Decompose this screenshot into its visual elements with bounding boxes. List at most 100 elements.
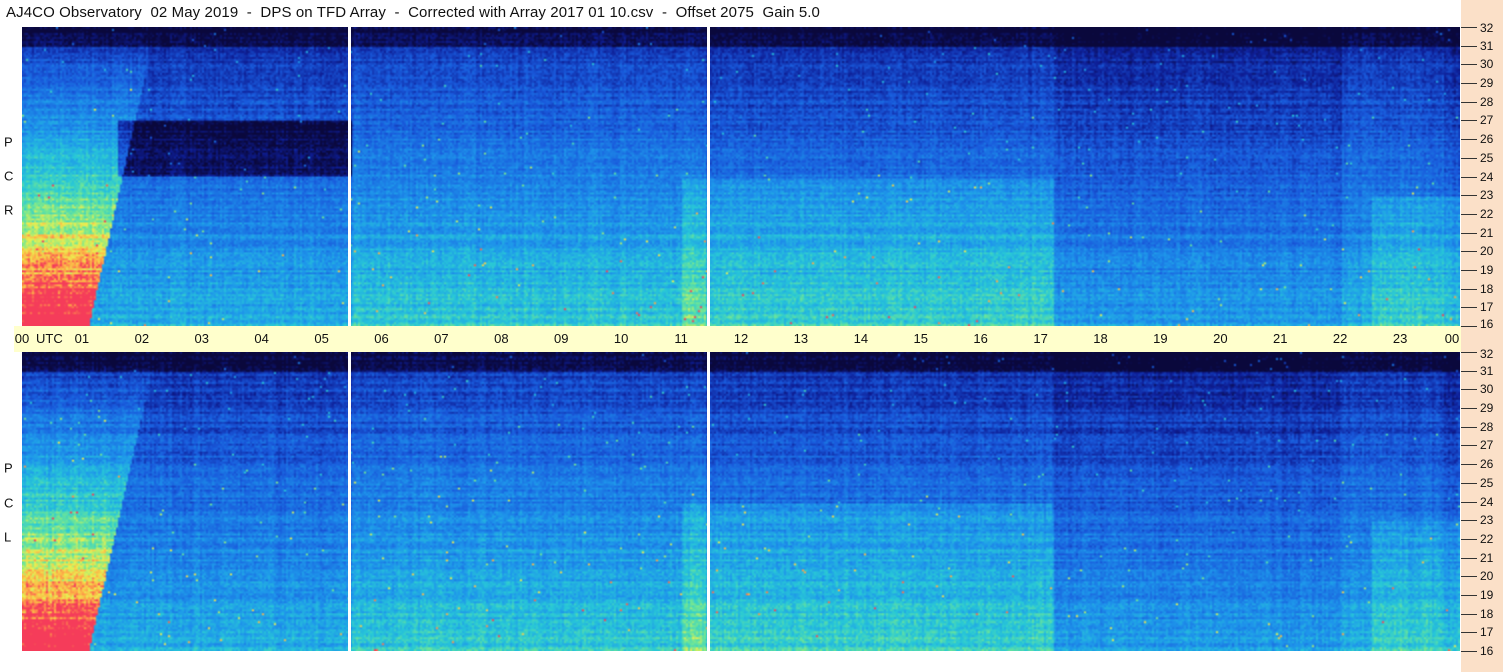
- utc-tick-label: 00: [14, 331, 30, 346]
- freq-tick-label: 17: [1480, 625, 1494, 640]
- freq-tick-label: 32: [1480, 347, 1494, 361]
- freq-tick-label: 24: [1480, 169, 1494, 184]
- freq-tick-mark: [1461, 213, 1477, 215]
- utc-tick-label: 05: [314, 331, 329, 346]
- data-gap-line: [707, 27, 711, 326]
- utc-tick-label: 12: [733, 331, 749, 346]
- freq-tick-mark: [1461, 232, 1477, 234]
- freq-tick-label: 27: [1480, 438, 1494, 453]
- spectrogram-lcp: [22, 352, 1460, 651]
- freq-tick-label: 16: [1480, 317, 1494, 331]
- freq-tick-mark: [1461, 408, 1477, 410]
- utc-tick-label: 23: [1392, 331, 1408, 346]
- freq-tick-label: 29: [1480, 401, 1494, 416]
- data-gap-line: [347, 352, 351, 651]
- freq-tick-mark: [1461, 251, 1477, 253]
- utc-tick-label: 03: [194, 331, 209, 346]
- freq-tick-mark: [1461, 27, 1477, 28]
- utc-tick-label: 04: [254, 331, 269, 346]
- freq-tick-mark: [1461, 426, 1477, 428]
- freq-tick-label: 26: [1480, 132, 1494, 147]
- polarization-letter: P: [4, 134, 13, 150]
- freq-tick-mark: [1461, 576, 1477, 578]
- freq-tick-mark: [1461, 326, 1477, 327]
- freq-tick-label: 17: [1480, 300, 1494, 315]
- freq-tick-label: 24: [1480, 494, 1494, 509]
- freq-tick-label: 23: [1480, 513, 1494, 528]
- utc-tick-label: 06: [374, 331, 389, 346]
- freq-tick-label: 30: [1480, 382, 1494, 397]
- utc-tick-label: 19: [1153, 331, 1168, 346]
- chart-title: AJ4CO Observatory 02 May 2019 - DPS on T…: [6, 4, 820, 21]
- spectrogram-lcp-canvas: [22, 352, 1460, 651]
- freq-tick-label: 28: [1480, 94, 1494, 109]
- utc-tick-label: 15: [913, 331, 928, 346]
- utc-tick-label: 21: [1273, 331, 1288, 346]
- utc-tick-label: 02: [134, 331, 150, 346]
- freq-tick-mark: [1461, 288, 1477, 290]
- freq-tick-mark: [1461, 101, 1477, 103]
- freq-tick-mark: [1461, 176, 1477, 178]
- freq-tick-label: 22: [1480, 206, 1494, 221]
- freq-tick-label: 25: [1480, 150, 1494, 165]
- utc-tick-label: 01: [74, 331, 90, 346]
- freq-tick-label: 21: [1480, 550, 1494, 565]
- utc-tick-label: 20: [1213, 331, 1228, 346]
- freq-tick-label: 16: [1480, 644, 1494, 658]
- polarization-letter: R: [4, 202, 14, 218]
- data-gap-line: [707, 352, 711, 651]
- utc-tick-label: 08: [494, 331, 509, 346]
- utc-tick-label: 07: [434, 331, 449, 346]
- utc-tick-label: 14: [853, 331, 869, 346]
- freq-tick-mark: [1461, 45, 1477, 47]
- utc-unit-label: UTC: [36, 331, 63, 346]
- utc-tick-label: 16: [973, 331, 988, 346]
- utc-tick-label: 22: [1332, 331, 1348, 346]
- freq-tick-mark: [1461, 139, 1477, 141]
- polarization-letter: P: [4, 460, 13, 476]
- freq-tick-label: 18: [1480, 281, 1494, 296]
- polarization-letter: C: [4, 495, 14, 511]
- freq-tick-mark: [1461, 557, 1477, 559]
- utc-time-axis: 00 01 02 03 04 05 06 07 08 09 10 11 12 13 14 15 16 17 18 19…: [14, 326, 1496, 352]
- freq-tick-mark: [1461, 520, 1477, 522]
- utc-tick-label: 17: [1033, 331, 1048, 346]
- freq-tick-label: 18: [1480, 606, 1494, 621]
- utc-tick-label: 00: [1444, 331, 1460, 346]
- utc-tick-label: 13: [793, 331, 809, 346]
- freq-tick-mark: [1461, 613, 1477, 615]
- utc-tick-label: 18: [1093, 331, 1108, 346]
- freq-tick-mark: [1461, 352, 1477, 353]
- freq-tick-label: 23: [1480, 188, 1494, 203]
- freq-tick-mark: [1461, 501, 1477, 503]
- data-gap-line: [347, 27, 351, 326]
- utc-tick-label: 11: [674, 331, 688, 346]
- freq-tick-label: 19: [1480, 262, 1494, 277]
- freq-tick-label: 32: [1480, 21, 1494, 35]
- freq-tick-label: 31: [1480, 38, 1494, 53]
- freq-tick-mark: [1461, 632, 1477, 634]
- freq-tick-mark: [1461, 370, 1477, 372]
- freq-tick-label: 20: [1480, 569, 1494, 584]
- utc-tick-label: 09: [554, 331, 569, 346]
- freq-tick-mark: [1461, 594, 1477, 596]
- freq-tick-mark: [1461, 269, 1477, 271]
- polarization-letter: C: [4, 168, 14, 184]
- freq-tick-label: 26: [1480, 457, 1494, 472]
- utc-tick-label: 10: [613, 331, 629, 346]
- freq-tick-label: 22: [1480, 531, 1494, 546]
- freq-tick-mark: [1461, 445, 1477, 447]
- freq-tick-label: 31: [1480, 363, 1494, 378]
- freq-tick-label: 21: [1480, 225, 1494, 240]
- freq-tick-mark: [1461, 538, 1477, 540]
- freq-tick-mark: [1461, 389, 1477, 391]
- freq-tick-mark: [1461, 157, 1477, 159]
- freq-tick-mark: [1461, 464, 1477, 466]
- freq-tick-label: 28: [1480, 419, 1494, 434]
- freq-tick-label: 29: [1480, 76, 1494, 91]
- freq-tick-label: 25: [1480, 475, 1494, 490]
- freq-tick-mark: [1461, 83, 1477, 85]
- freq-tick-mark: [1461, 64, 1477, 66]
- freq-tick-mark: [1461, 120, 1477, 122]
- freq-tick-label: 30: [1480, 57, 1494, 72]
